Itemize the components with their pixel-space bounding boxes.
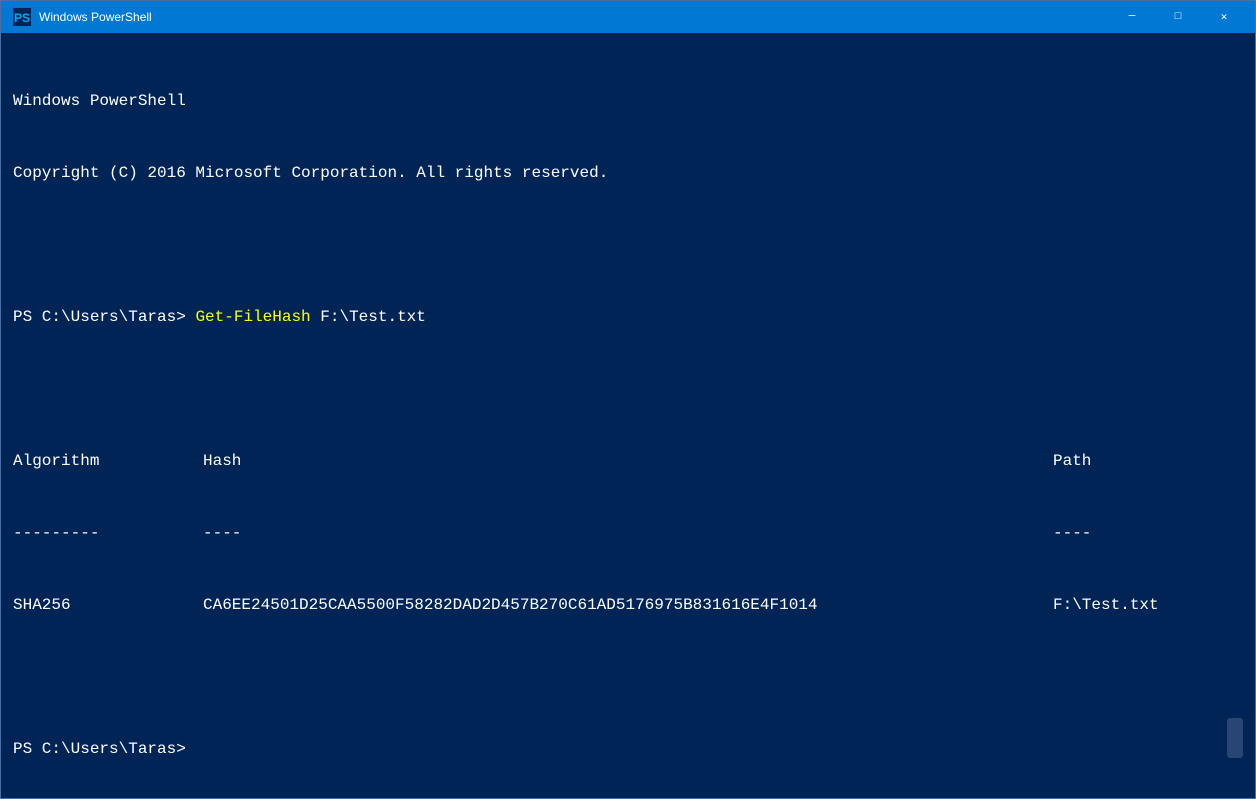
line-data-row: SHA256CA6EE24501D25CAA5500F58282DAD2D457… <box>13 593 1243 617</box>
prompt-1: PS C:\Users\Taras> <box>13 308 195 326</box>
line-copyright: Copyright (C) 2016 Microsoft Corporation… <box>13 161 1243 185</box>
sep-algorithm: --------- <box>13 521 203 545</box>
line-headers: AlgorithmHashPath <box>13 449 1243 473</box>
line-blank-2 <box>13 377 1243 401</box>
minimize-button[interactable]: ─ <box>1109 1 1155 33</box>
window-controls: ─ □ ✕ <box>1109 1 1247 33</box>
scrollbar[interactable] <box>1227 718 1243 758</box>
close-button[interactable]: ✕ <box>1201 1 1247 33</box>
line-separators: ----------------- <box>13 521 1243 545</box>
console-output: Windows PowerShell Copyright (C) 2016 Mi… <box>13 41 1243 798</box>
titlebar-left: PS Windows PowerShell <box>13 8 152 26</box>
command-args: F:\Test.txt <box>311 308 426 326</box>
titlebar: PS Windows PowerShell ─ □ ✕ <box>1 1 1255 33</box>
line-blank-1 <box>13 233 1243 257</box>
sep-path: ---- <box>1053 524 1091 542</box>
window-title: Windows PowerShell <box>39 10 152 24</box>
line-final-prompt: PS C:\Users\Taras> <box>13 737 1243 761</box>
val-hash: CA6EE24501D25CAA5500F58282DAD2D457B270C6… <box>203 593 1053 617</box>
line-command: PS C:\Users\Taras> Get-FileHash F:\Test.… <box>13 305 1243 329</box>
col-hash-header: Hash <box>203 449 1053 473</box>
maximize-button[interactable]: □ <box>1155 1 1201 33</box>
line-blank-3 <box>13 665 1243 689</box>
val-path: F:\Test.txt <box>1053 596 1159 614</box>
sep-hash: ---- <box>203 521 1053 545</box>
line-powershell-title: Windows PowerShell <box>13 89 1243 113</box>
powershell-window: PS Windows PowerShell ─ □ ✕ Windows Powe… <box>0 0 1256 799</box>
powershell-icon: PS <box>13 8 31 26</box>
svg-text:PS: PS <box>14 11 30 25</box>
command-name: Get-FileHash <box>195 308 310 326</box>
col-algorithm-header: Algorithm <box>13 449 203 473</box>
col-path-header: Path <box>1053 452 1091 470</box>
console-area[interactable]: Windows PowerShell Copyright (C) 2016 Mi… <box>1 33 1255 798</box>
val-algorithm: SHA256 <box>13 593 203 617</box>
